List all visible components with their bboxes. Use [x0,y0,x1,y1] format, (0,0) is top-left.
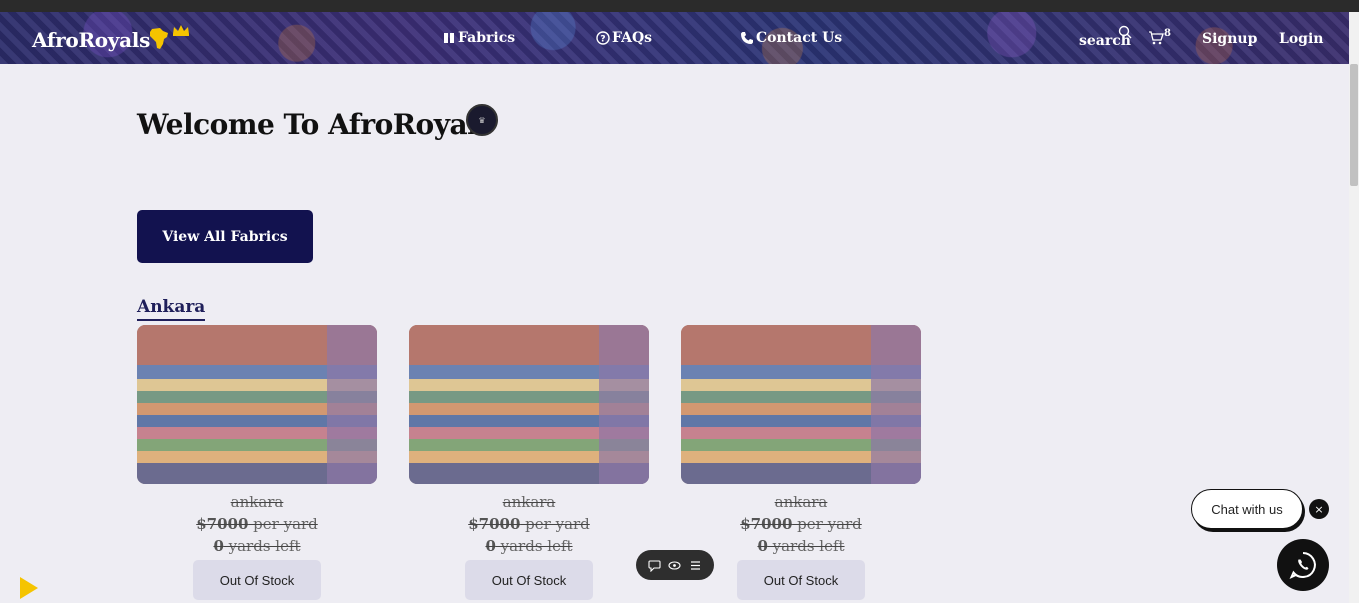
nav-fabrics-label: Fabrics [458,30,516,46]
product-unit: per yard [248,515,318,533]
category-ankara-link[interactable]: Ankara [137,297,206,321]
fabric-image[interactable] [681,325,921,484]
product-name: ankara [502,493,556,511]
product-card[interactable]: ankara $7000 per yard 0 yards left Out O… [409,325,649,600]
phone-icon [741,32,753,44]
africa-map-icon [150,28,168,49]
whatsapp-icon [1289,552,1316,579]
nav-contact-us[interactable]: Contact Us [740,30,842,46]
product-stock-suffix: yards left [767,537,845,555]
product-stock-line: 0 yards left [137,537,377,555]
fabric-image[interactable] [409,325,649,484]
product-price: $7000 [196,515,249,533]
browser-top-strip [0,0,1359,12]
login-link[interactable]: Login [1279,31,1323,47]
whatsapp-button[interactable] [1277,539,1329,591]
product-stock: 0 [485,537,496,555]
cart-icon[interactable] [1148,30,1164,46]
page-scrollbar[interactable] [1349,12,1359,603]
comment-icon[interactable] [648,559,661,572]
product-stock-line: 0 yards left [409,537,649,555]
product-unit: per yard [520,515,590,533]
product-name: ankara [774,493,828,511]
nav-faqs-label: FAQs [612,30,653,46]
product-name: ankara [230,493,284,511]
product-price: $7000 [740,515,793,533]
product-stock-suffix: yards left [223,537,301,555]
out-of-stock-button[interactable]: Out Of Stock [193,560,321,600]
product-price: $7000 [468,515,521,533]
view-all-fabrics-button[interactable]: View All Fabrics [137,210,313,263]
product-stock: 0 [213,537,224,555]
signup-link[interactable]: Signup [1202,31,1257,47]
svg-text:?: ? [600,35,605,45]
nav-faqs[interactable]: ? FAQs [596,30,652,46]
product-price-line: $7000 per yard [681,515,921,533]
play-icon[interactable] [18,576,40,600]
scrollbar-thumb[interactable] [1350,64,1358,186]
question-circle-icon: ? [596,31,610,45]
product-price-line: $7000 per yard [409,515,649,533]
product-stock: 0 [757,537,768,555]
navbar: AfroRoyals Fabrics ? FAQs Contact Us sea… [0,12,1349,64]
fabric-image[interactable] [137,325,377,484]
nav-contact-label: Contact Us [756,30,843,46]
page-title: Welcome To AfroRoyals [137,108,493,141]
product-card[interactable]: ankara $7000 per yard 0 yards left Out O… [681,325,921,600]
menu-icon[interactable] [689,559,702,572]
floating-toolbar [636,550,714,580]
royal-emblem-icon: ♛ [466,104,498,136]
book-icon [444,33,454,43]
chat-with-us-bubble[interactable]: Chat with us [1191,489,1303,529]
close-icon[interactable]: × [1309,499,1329,519]
crown-icon [173,25,189,36]
product-stock-line: 0 yards left [681,537,921,555]
logo-text[interactable]: AfroRoyals [32,28,150,52]
product-price-line: $7000 per yard [137,515,377,533]
product-unit: per yard [792,515,862,533]
nav-fabrics[interactable]: Fabrics [442,30,515,46]
eye-icon[interactable] [668,559,682,572]
search-icon[interactable] [1118,25,1132,39]
cart-count-badge: 8 [1164,28,1171,39]
out-of-stock-button[interactable]: Out Of Stock [465,560,593,600]
out-of-stock-button[interactable]: Out Of Stock [737,560,865,600]
product-stock-suffix: yards left [495,537,573,555]
product-card[interactable]: ankara $7000 per yard 0 yards left Out O… [137,325,377,600]
